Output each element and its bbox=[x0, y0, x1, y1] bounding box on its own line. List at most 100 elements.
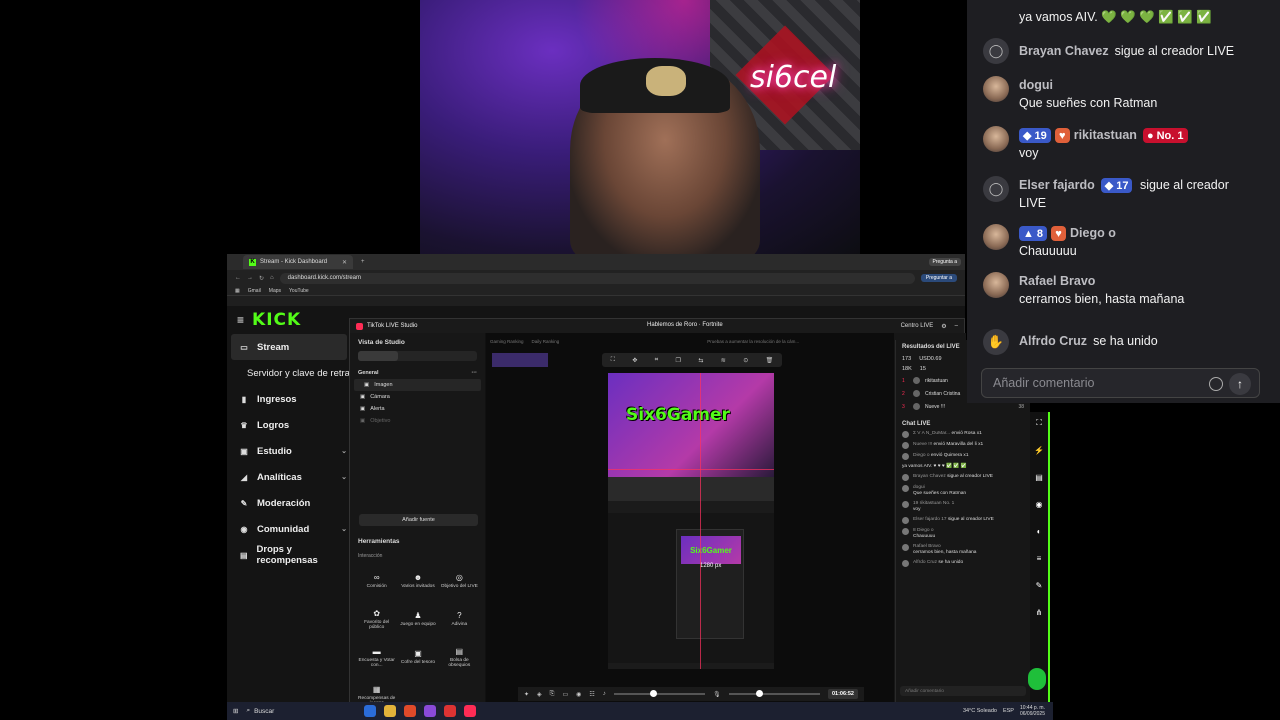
mic-slider[interactable] bbox=[728, 690, 820, 697]
speaker-icon[interactable]: ♪ bbox=[603, 691, 606, 697]
fit-icon[interactable]: ⛶ bbox=[611, 357, 615, 364]
chat-username[interactable]: Elser fajardo bbox=[1019, 178, 1095, 192]
back-icon[interactable]: ← bbox=[235, 275, 241, 281]
wrench-icon[interactable]: ✎ bbox=[1036, 581, 1043, 590]
lang[interactable]: ESP bbox=[1003, 708, 1014, 714]
tool-comision[interactable]: ∞ Comisión bbox=[356, 565, 397, 597]
add-source-button[interactable]: Añadir fuente bbox=[359, 514, 478, 526]
nav-estudio[interactable]: ▣ Estudio ⌄ bbox=[227, 438, 351, 464]
chat-username[interactable]: Brayan Chavez bbox=[1019, 44, 1109, 58]
chat-bubble-icon[interactable]: ◉ bbox=[1036, 500, 1043, 509]
tool-multi-guest[interactable]: ☻ Varios invitados bbox=[397, 565, 438, 597]
chat-username[interactable]: Rafael Bravo bbox=[1019, 274, 1095, 288]
audio-icon[interactable]: ◐ bbox=[1037, 527, 1042, 536]
send-icon[interactable]: ↑ bbox=[1229, 373, 1251, 395]
mic-icon[interactable]: 🎙 bbox=[713, 691, 721, 698]
nav-comunidad[interactable]: ◉ Comunidad ⌄ bbox=[227, 516, 351, 542]
ask-gemini-button[interactable]: Preguntar a bbox=[920, 274, 957, 282]
go-live-button[interactable] bbox=[1028, 668, 1046, 690]
stream-title[interactable]: Hablemos de Roro · Fortnite bbox=[647, 322, 723, 328]
screenshot-icon[interactable]: ⛶ bbox=[1036, 418, 1042, 428]
tool-treasure[interactable]: ▣ Cofre del tesoro bbox=[397, 641, 438, 673]
layers-icon[interactable]: ≋ bbox=[721, 357, 726, 364]
home-icon[interactable]: ⌂ bbox=[270, 275, 274, 281]
reload-icon[interactable]: ↻ bbox=[259, 275, 264, 282]
folder-icon[interactable] bbox=[384, 705, 397, 717]
nav-ingresos[interactable]: ▮ Ingresos bbox=[227, 386, 351, 412]
share-icon[interactable]: ⋔ bbox=[1036, 608, 1043, 617]
discord-icon[interactable] bbox=[424, 705, 437, 717]
nav-moderacion[interactable]: ✎ Moderación bbox=[227, 490, 351, 516]
clock[interactable]: 10:44 p. m. 06/09/2025 bbox=[1020, 705, 1045, 717]
record-icon[interactable]: ◉ bbox=[576, 691, 581, 698]
chat-username[interactable]: Diego o bbox=[1070, 226, 1116, 240]
emoji-icon[interactable] bbox=[1209, 377, 1223, 391]
nav-logros[interactable]: ♛ Logros bbox=[227, 412, 351, 438]
lock-icon[interactable]: ⊙ bbox=[743, 357, 748, 364]
nav-drops[interactable]: ▤ Drops y recompensas bbox=[227, 542, 351, 568]
tool-live-goal[interactable]: ◎ Objetivo del LIVE bbox=[439, 565, 480, 597]
new-tab-icon[interactable]: + bbox=[361, 259, 365, 265]
more-icon[interactable]: ··· bbox=[472, 370, 478, 376]
minimize-icon[interactable]: – bbox=[955, 323, 958, 330]
live-preview[interactable]: Six6Gamer Six6Gamer 1280 px bbox=[608, 373, 774, 669]
crop-icon[interactable]: ⌗ bbox=[655, 357, 658, 364]
menu-icon[interactable]: ≡ bbox=[237, 313, 244, 327]
nav-stream-key[interactable]: Servidor y clave de retra bbox=[227, 360, 351, 386]
delete-icon[interactable]: 🗑 bbox=[766, 357, 774, 364]
apps-icon[interactable]: ▦ bbox=[235, 288, 240, 294]
orientation-toggle[interactable] bbox=[358, 351, 477, 361]
live-comment-input[interactable]: Añadir comentario bbox=[900, 686, 1026, 696]
effects-icon[interactable]: ◈ bbox=[537, 691, 542, 698]
magic-icon[interactable]: ✦ bbox=[524, 691, 529, 698]
nav-stream[interactable]: ▭ Stream bbox=[231, 334, 347, 360]
transform-icon[interactable]: ✥ bbox=[632, 357, 637, 364]
chat-username[interactable]: dogui bbox=[1019, 78, 1053, 92]
chrome-icon[interactable] bbox=[404, 705, 417, 717]
tab-gaming-ranking[interactable]: Gaming Ranking bbox=[490, 339, 524, 344]
settings-icon[interactable]: ⚙ bbox=[941, 323, 946, 330]
chat-input[interactable]: Añadir comentario ↑ bbox=[981, 368, 1260, 398]
ask-button[interactable]: Pregunta a bbox=[928, 258, 961, 266]
list-icon[interactable]: ≡ bbox=[1037, 554, 1042, 563]
chat-username[interactable]: rikitastuan bbox=[1074, 128, 1137, 142]
scene-thumbnail[interactable] bbox=[492, 353, 548, 367]
tool-fan-favorite[interactable]: ✿ Favorito del público bbox=[356, 603, 397, 635]
edge-icon[interactable] bbox=[364, 705, 377, 717]
centro-live-button[interactable]: Centro LIVE bbox=[901, 323, 934, 330]
mixer-icon[interactable]: ☷ bbox=[589, 691, 594, 698]
source-objetivo[interactable]: ▣ Objetivo bbox=[350, 415, 485, 427]
mirror-icon[interactable]: ⎘ bbox=[550, 691, 555, 698]
bookmark-maps[interactable]: Maps bbox=[269, 288, 281, 294]
source-camara[interactable]: ▣ Cámara bbox=[350, 391, 485, 403]
copy-icon[interactable]: ❐ bbox=[676, 357, 681, 364]
start-icon[interactable]: ⊞ bbox=[233, 707, 238, 715]
scene-header[interactable]: General ··· bbox=[350, 364, 485, 379]
screen-icon[interactable]: ▭ bbox=[562, 691, 568, 698]
bookmark-gmail[interactable]: Gmail bbox=[248, 288, 261, 294]
bolt-icon[interactable]: ⚡ bbox=[1034, 446, 1044, 455]
doc-icon[interactable]: ▤ bbox=[1035, 473, 1043, 482]
tab-daily-ranking[interactable]: Daily Ranking bbox=[532, 339, 560, 344]
taskbar-search[interactable]: ⌕ Buscar bbox=[246, 707, 356, 715]
browser-tab[interactable]: K Stream - Kick Dashboard ✕ bbox=[243, 255, 353, 269]
flip-icon[interactable]: ⇆ bbox=[698, 357, 703, 364]
app-icon[interactable] bbox=[444, 705, 457, 717]
kick-logo[interactable]: KICK bbox=[252, 310, 301, 330]
vista-studio[interactable]: Vista de Studio bbox=[350, 333, 485, 348]
tool-team-game[interactable]: ♟ Juego en equipo bbox=[397, 603, 438, 635]
tool-guess[interactable]: ? Adivina bbox=[439, 603, 480, 635]
tool-poll[interactable]: ▬ Encuesta y Votar con... bbox=[356, 641, 397, 673]
chat-username[interactable]: Alfrdo Cruz bbox=[1019, 334, 1087, 348]
tiktok-studio-icon[interactable] bbox=[464, 705, 477, 717]
url-input[interactable]: dashboard.kick.com/stream bbox=[279, 272, 915, 284]
source-alerta[interactable]: ▣ Alerta bbox=[350, 403, 485, 415]
source-imagen[interactable]: ▣ Imagen bbox=[354, 379, 481, 391]
tool-gift-bag[interactable]: ▤ Bolsa de obsequios bbox=[439, 641, 480, 673]
forward-icon[interactable]: → bbox=[247, 275, 253, 281]
close-icon[interactable]: ✕ bbox=[342, 259, 347, 266]
weather[interactable]: 34°C Soleado bbox=[963, 708, 997, 714]
nav-analiticas[interactable]: ◢ Analíticas ⌄ bbox=[227, 464, 351, 490]
volume-slider[interactable] bbox=[613, 690, 706, 697]
bookmark-youtube[interactable]: YouTube bbox=[289, 288, 309, 294]
